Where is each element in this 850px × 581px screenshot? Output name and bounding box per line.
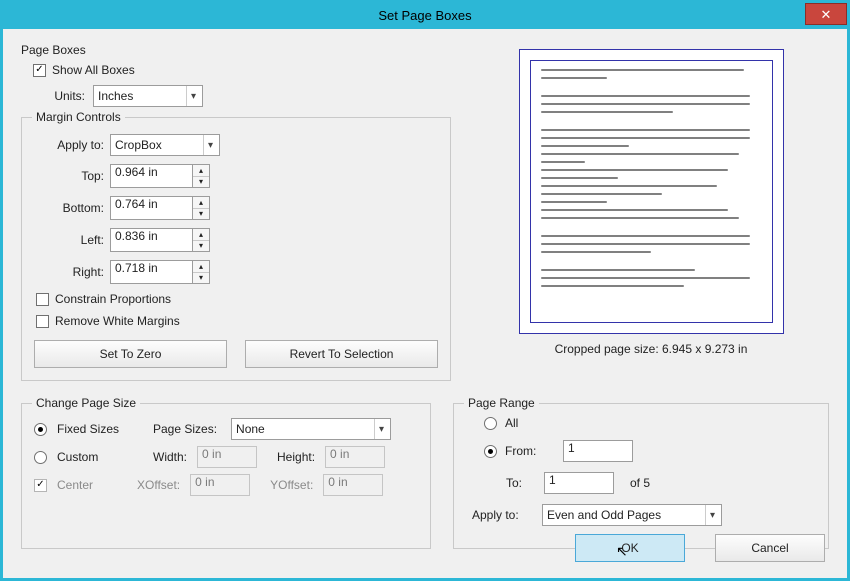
from-input[interactable]: 1 (563, 440, 633, 462)
margin-controls-legend: Margin Controls (32, 110, 125, 124)
page-sizes-label: Page Sizes: (153, 422, 217, 436)
spin-down-icon[interactable]: ▾ (193, 273, 209, 284)
remove-white-margins-label: Remove White Margins (55, 314, 180, 328)
fixed-sizes-radio[interactable] (34, 423, 47, 436)
xoffset-input: 0 in (190, 474, 250, 496)
close-button[interactable]: ✕ (805, 3, 847, 25)
ok-button[interactable]: OK ↖ (575, 534, 685, 562)
close-icon: ✕ (821, 7, 832, 22)
preview-caption: Cropped page size: 6.945 x 9.273 in (473, 342, 829, 356)
set-to-zero-label: Set To Zero (100, 347, 162, 361)
page-preview (519, 49, 784, 334)
right-spinner[interactable]: 0.718 in ▴▾ (110, 260, 210, 284)
custom-radio[interactable] (34, 451, 47, 464)
to-input[interactable]: 1 (544, 472, 614, 494)
spin-down-icon[interactable]: ▾ (193, 177, 209, 188)
revert-to-selection-label: Revert To Selection (290, 347, 394, 361)
titlebar: Set Page Boxes ✕ (3, 3, 847, 29)
spin-down-icon[interactable]: ▾ (193, 241, 209, 252)
top-label: Top: (34, 169, 104, 183)
left-input[interactable]: 0.836 in (110, 228, 192, 252)
units-select[interactable]: Inches ▾ (93, 85, 203, 107)
margin-controls-fieldset: Margin Controls Apply to: CropBox ▾ Top:… (21, 117, 451, 381)
width-input[interactable]: 0 in (197, 446, 257, 468)
chevron-down-icon: ▾ (374, 419, 388, 439)
from-label: From: (505, 444, 555, 458)
cancel-label: Cancel (751, 541, 788, 555)
set-to-zero-button[interactable]: Set To Zero (34, 340, 227, 368)
right-input[interactable]: 0.718 in (110, 260, 192, 284)
page-preview-inner (530, 60, 773, 323)
bottom-label: Bottom: (34, 201, 104, 215)
spin-down-icon[interactable]: ▾ (193, 209, 209, 220)
bottom-spinner[interactable]: 0.764 in ▴▾ (110, 196, 210, 220)
cancel-button[interactable]: Cancel (715, 534, 825, 562)
spin-up-icon[interactable]: ▴ (193, 229, 209, 241)
page-range-legend: Page Range (464, 396, 539, 410)
page-boxes-label: Page Boxes (21, 43, 451, 57)
window-title: Set Page Boxes (378, 8, 471, 23)
center-label: Center (57, 478, 127, 492)
spin-up-icon[interactable]: ▴ (193, 165, 209, 177)
revert-to-selection-button[interactable]: Revert To Selection (245, 340, 438, 368)
left-label: Left: (34, 233, 104, 247)
height-input[interactable]: 0 in (325, 446, 385, 468)
remove-white-margins-checkbox[interactable] (36, 315, 49, 328)
top-spinner[interactable]: 0.964 in ▴▾ (110, 164, 210, 188)
right-label: Right: (34, 265, 104, 279)
margin-apply-to-value: CropBox (115, 138, 162, 152)
chevron-down-icon: ▾ (203, 135, 217, 155)
change-page-size-legend: Change Page Size (32, 396, 140, 410)
from-radio[interactable] (484, 445, 497, 458)
yoffset-input: 0 in (323, 474, 383, 496)
units-label: Units: (33, 89, 85, 103)
top-input[interactable]: 0.964 in (110, 164, 192, 188)
yoffset-label: YOffset: (270, 478, 313, 492)
ok-label: OK (621, 541, 638, 555)
page-sizes-value: None (236, 422, 265, 436)
spin-up-icon[interactable]: ▴ (193, 261, 209, 273)
constrain-proportions-label: Constrain Proportions (55, 292, 171, 306)
show-all-boxes-checkbox[interactable] (33, 64, 46, 77)
all-pages-label: All (505, 416, 518, 430)
center-checkbox (34, 479, 47, 492)
chevron-down-icon: ▾ (186, 86, 200, 106)
of-label: of 5 (630, 476, 650, 490)
show-all-boxes-label: Show All Boxes (52, 63, 135, 77)
all-pages-radio[interactable] (484, 417, 497, 430)
xoffset-label: XOffset: (137, 478, 180, 492)
fixed-sizes-label: Fixed Sizes (57, 422, 143, 436)
page-range-fieldset: Page Range All From: 1 To: 1 of 5 Apply … (453, 403, 829, 549)
bottom-input[interactable]: 0.764 in (110, 196, 192, 220)
width-label: Width: (153, 450, 187, 464)
chevron-down-icon: ▾ (705, 505, 719, 525)
height-label: Height: (277, 450, 315, 464)
constrain-proportions-checkbox[interactable] (36, 293, 49, 306)
range-apply-to-value: Even and Odd Pages (547, 508, 661, 522)
margin-apply-to-select[interactable]: CropBox ▾ (110, 134, 220, 156)
change-page-size-fieldset: Change Page Size Fixed Sizes Page Sizes:… (21, 403, 431, 549)
range-apply-to-label: Apply to: (472, 508, 534, 522)
units-value: Inches (98, 89, 133, 103)
spin-up-icon[interactable]: ▴ (193, 197, 209, 209)
custom-label: Custom (57, 450, 143, 464)
range-apply-to-select[interactable]: Even and Odd Pages ▾ (542, 504, 722, 526)
page-sizes-select[interactable]: None ▾ (231, 418, 391, 440)
dialog-window: Set Page Boxes ✕ Page Boxes Show All Box… (0, 0, 850, 581)
apply-to-label: Apply to: (34, 138, 104, 152)
to-label: To: (506, 476, 536, 490)
left-spinner[interactable]: 0.836 in ▴▾ (110, 228, 210, 252)
